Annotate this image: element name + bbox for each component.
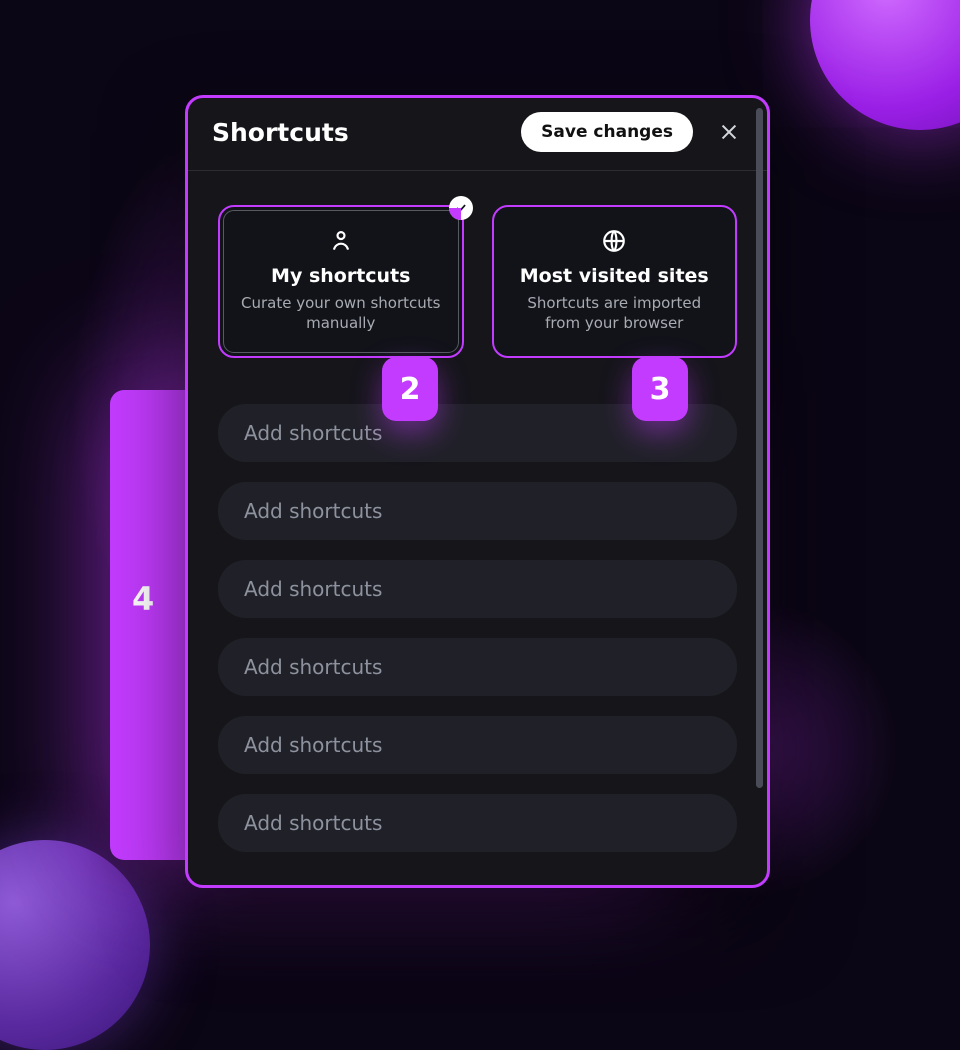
tutorial-step-3-label: 3	[632, 357, 688, 421]
dialog-title: Shortcuts	[212, 118, 349, 147]
option-description: Curate your own shortcuts manually	[238, 293, 444, 334]
option-most-visited[interactable]: Most visited sites Shortcuts are importe…	[492, 205, 738, 358]
add-shortcut-slot[interactable]: Add shortcuts	[218, 794, 737, 852]
dialog-header-actions: Save changes	[521, 112, 743, 152]
close-icon	[718, 121, 740, 143]
shortcut-slot-list: Add shortcuts Add shortcuts Add shortcut…	[218, 404, 737, 852]
selected-check-icon	[449, 196, 473, 220]
option-my-shortcuts[interactable]: My shortcuts Curate your own shortcuts m…	[218, 205, 464, 358]
save-changes-button[interactable]: Save changes	[521, 112, 693, 152]
add-shortcut-slot[interactable]: Add shortcuts	[218, 716, 737, 774]
scrollbar[interactable]	[756, 108, 763, 788]
option-title: My shortcuts	[238, 265, 444, 287]
person-icon	[327, 227, 355, 255]
decor-blob-bottom-left	[0, 840, 150, 1050]
add-shortcut-slot[interactable]: Add shortcuts	[218, 638, 737, 696]
add-shortcut-slot[interactable]: Add shortcuts	[218, 482, 737, 540]
decor-blob-top-right	[810, 0, 960, 130]
tutorial-step-4-label: 4	[132, 580, 154, 618]
shortcut-mode-options: My shortcuts Curate your own shortcuts m…	[218, 205, 737, 358]
add-shortcut-slot[interactable]: Add shortcuts	[218, 560, 737, 618]
close-button[interactable]	[715, 118, 743, 146]
tutorial-step-2-label: 2	[382, 357, 438, 421]
globe-icon	[600, 227, 628, 255]
shortcuts-dialog: Shortcuts Save changes My shortcuts Cura…	[185, 95, 770, 888]
option-description: Shortcuts are imported from your browser	[512, 293, 718, 334]
dialog-header: Shortcuts Save changes	[188, 98, 767, 171]
option-title: Most visited sites	[512, 265, 718, 287]
